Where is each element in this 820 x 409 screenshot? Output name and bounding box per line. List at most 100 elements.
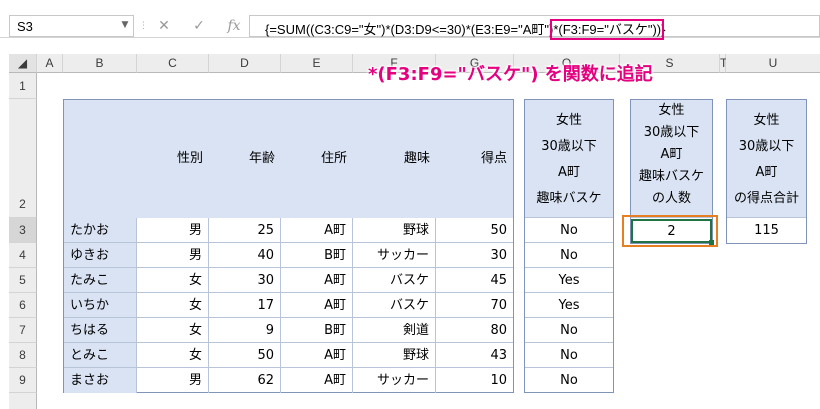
row-header-9[interactable]: 9 — [9, 368, 37, 393]
formula-prefix: {=SUM((C3:C9="女")*(D3:D9<=30)*(E3:E9="A町… — [265, 22, 554, 37]
table-cell[interactable]: 女 — [137, 343, 209, 368]
header-name[interactable] — [64, 146, 137, 171]
table-cell[interactable]: A町 — [281, 343, 353, 368]
table-cell[interactable]: 野球 — [353, 218, 436, 243]
row-header-3[interactable]: 3 — [9, 218, 37, 243]
header-gender[interactable]: 性別 — [137, 146, 209, 171]
header-age[interactable]: 年齢 — [209, 146, 281, 171]
table-cell[interactable]: 40 — [209, 243, 281, 268]
s-header-line: の人数 — [651, 191, 691, 206]
o-column-cell[interactable]: No — [525, 218, 613, 243]
s-header-line: 趣味バスケ — [638, 169, 704, 184]
col-header-a[interactable]: A — [37, 54, 63, 73]
o-header-line: 女性 — [555, 113, 582, 128]
table-cell[interactable]: B町 — [281, 243, 353, 268]
u-column-header[interactable]: 女性 30歳以下 A町 の得点合計 — [727, 100, 806, 218]
table-cell[interactable]: まさお — [64, 368, 137, 393]
splitter-icon[interactable]: ⋮ — [139, 18, 148, 34]
row-header-10[interactable] — [9, 393, 37, 409]
table-cell[interactable]: A町 — [281, 268, 353, 293]
o-column-cell[interactable]: Yes — [525, 268, 613, 293]
header-address[interactable]: 住所 — [281, 146, 353, 171]
fill-handle[interactable] — [709, 240, 714, 245]
o-column-header[interactable]: 女性 30歳以下 A町 趣味バスケ — [525, 100, 613, 218]
active-cell-s3[interactable]: 2 — [631, 219, 712, 243]
formula-suffix: } — [661, 22, 666, 37]
col-header-c[interactable]: C — [137, 54, 209, 73]
table-cell[interactable]: たみこ — [64, 268, 137, 293]
col-header-b[interactable]: B — [63, 54, 137, 73]
table-cell[interactable]: 25 — [209, 218, 281, 243]
table-cell[interactable]: A町 — [281, 218, 353, 243]
col-header-u[interactable]: U — [726, 54, 820, 73]
chevron-down-icon[interactable]: ▼ — [118, 17, 132, 33]
u3-cell[interactable]: 115 — [727, 219, 806, 243]
table-cell[interactable]: A町 — [281, 293, 353, 318]
u-header-line: 30歳以下 — [738, 139, 795, 154]
table-cell[interactable]: 剣道 — [353, 318, 436, 343]
table-cell[interactable]: 62 — [209, 368, 281, 393]
table-cell[interactable]: 50 — [436, 218, 513, 243]
col-header-e[interactable]: E — [281, 54, 353, 73]
table-cell[interactable]: 男 — [137, 218, 209, 243]
table-cell[interactable]: 10 — [436, 368, 513, 393]
header-score[interactable]: 得点 — [436, 146, 513, 171]
table-cell[interactable]: ゆきお — [64, 243, 137, 268]
table-cell[interactable]: A町 — [281, 368, 353, 393]
row-header-4[interactable]: 4 — [9, 243, 37, 268]
formula-input[interactable]: {=SUM((C3:C9="女")*(D3:D9<=30)*(E3:E9="A町… — [249, 15, 820, 40]
table-cell[interactable]: 野球 — [353, 343, 436, 368]
formula-bar-area: S3 ▼ ⋮ ✕ ✓ fx {=SUM((C3:C9="女")*(D3:D9<=… — [0, 0, 820, 40]
table-cell[interactable]: 50 — [209, 343, 281, 368]
table-cell[interactable]: 9 — [209, 318, 281, 343]
formula-highlight: *(F3:F9="バスケ")) — [550, 19, 665, 40]
name-box[interactable]: S3 — [9, 15, 134, 37]
s-column-header[interactable]: 女性 30歳以下 A町 趣味バスケ の人数 — [631, 100, 712, 218]
table-body: たかお男 25 A町 野球 50 ゆきお男 40 B町 サッカー 30 たみこ女 30 A町 バスケ 45 い… — [64, 218, 513, 393]
row-header-7[interactable]: 7 — [9, 318, 37, 343]
o-column-cell[interactable]: No — [525, 368, 613, 393]
col-header-d[interactable]: D — [209, 54, 281, 73]
table-cell[interactable]: 女 — [137, 318, 209, 343]
table-cell[interactable]: 男 — [137, 368, 209, 393]
u-header-line: の得点合計 — [733, 191, 799, 206]
o-column-cell[interactable]: No — [525, 343, 613, 368]
table-cell[interactable]: 30 — [436, 243, 513, 268]
cancel-icon[interactable]: ✕ — [150, 15, 178, 37]
o-header-line: A町 — [558, 165, 580, 180]
table-cell[interactable]: とみこ — [64, 343, 137, 368]
table-cell[interactable]: 17 — [209, 293, 281, 318]
s-header-line: 30歳以下 — [643, 125, 700, 140]
insert-function-icon[interactable]: fx — [220, 15, 248, 37]
row-header-2[interactable]: 2 — [9, 99, 37, 218]
table-cell[interactable]: たかお — [64, 218, 137, 243]
table-cell[interactable]: サッカー — [353, 368, 436, 393]
o-column-values: No No Yes Yes No No No — [525, 218, 613, 393]
row-header-6[interactable]: 6 — [9, 293, 37, 318]
table-cell[interactable]: 男 — [137, 243, 209, 268]
row-header-5[interactable]: 5 — [9, 268, 37, 293]
table-cell[interactable]: いちか — [64, 293, 137, 318]
select-all-corner[interactable]: ◢ — [9, 54, 37, 73]
table-cell[interactable]: 80 — [436, 318, 513, 343]
table-cell[interactable]: 女 — [137, 293, 209, 318]
row-header-8[interactable]: 8 — [9, 343, 37, 368]
o-header-line: 趣味バスケ — [536, 191, 602, 206]
enter-icon[interactable]: ✓ — [185, 15, 213, 37]
table-cell[interactable]: 30 — [209, 268, 281, 293]
s-header-line: A町 — [660, 147, 683, 162]
header-hobby[interactable]: 趣味 — [353, 146, 436, 171]
table-cell[interactable]: ちはる — [64, 318, 137, 343]
table-cell[interactable]: バスケ — [353, 293, 436, 318]
table-cell[interactable]: サッカー — [353, 243, 436, 268]
table-cell[interactable]: バスケ — [353, 268, 436, 293]
table-cell[interactable]: 45 — [436, 268, 513, 293]
table-cell[interactable]: B町 — [281, 318, 353, 343]
table-cell[interactable]: 女 — [137, 268, 209, 293]
o-column-cell[interactable]: No — [525, 243, 613, 268]
o-column-cell[interactable]: No — [525, 318, 613, 343]
o-column-cell[interactable]: Yes — [525, 293, 613, 318]
table-cell[interactable]: 43 — [436, 343, 513, 368]
row-header-1[interactable]: 1 — [9, 73, 37, 99]
table-cell[interactable]: 70 — [436, 293, 513, 318]
